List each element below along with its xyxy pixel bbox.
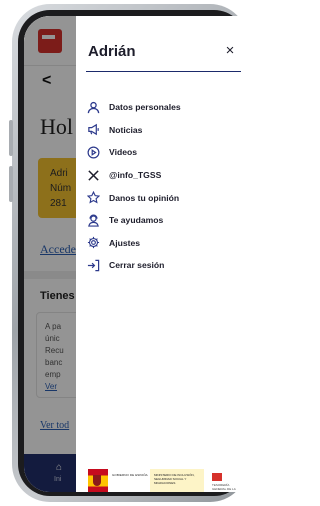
- menu-item-datos-personales[interactable]: Datos personales: [86, 96, 246, 119]
- tgss-text: TESORERÍA GENERAL DE LA SEGURIDAD SOCIAL: [212, 483, 242, 492]
- menu-item-info-tgss[interactable]: @info_TGSS: [86, 164, 246, 187]
- menu-item-danos-tu-opinion[interactable]: Danos tu opinión: [86, 186, 246, 209]
- menu-item-label: @info_TGSS: [109, 170, 162, 181]
- menu-item-label: Datos personales: [109, 102, 181, 113]
- drawer-title: Adrián: [88, 43, 136, 60]
- side-drawer: Adrián × Datos personales Noticias Video…: [76, 16, 251, 492]
- tgss-footer-logo: [212, 473, 222, 481]
- spain-flag-icon: [88, 469, 108, 492]
- menu-item-videos[interactable]: Videos: [86, 141, 246, 164]
- support-agent-icon: [86, 213, 100, 227]
- screen: < Hol Adri Núm 281 Accede Tienes A pa ún…: [24, 16, 251, 492]
- user-icon: [86, 100, 100, 114]
- close-icon[interactable]: ×: [222, 43, 238, 59]
- menu-item-label: Te ayudamos: [109, 215, 164, 226]
- coat-of-arms-icon: [93, 475, 101, 486]
- ministry-text: MINISTERIO DE INCLUSIÓN, SEGURIDAD SOCIA…: [154, 473, 195, 485]
- menu-item-te-ayudamos[interactable]: Te ayudamos: [86, 209, 246, 232]
- menu-item-label: Ajustes: [109, 237, 141, 248]
- footer-logos: GOBIERNO DE ESPAÑA MINISTERIO DE INCLUSI…: [88, 469, 242, 492]
- drawer-menu: Datos personales Noticias Videos @info_T…: [86, 96, 246, 277]
- volume-down-button: [9, 166, 13, 202]
- play-icon: [86, 145, 100, 159]
- star-icon: [86, 191, 100, 205]
- menu-item-ajustes[interactable]: Ajustes: [86, 232, 246, 255]
- menu-item-label: Noticias: [109, 124, 143, 135]
- menu-item-label: Cerrar sesión: [109, 260, 165, 271]
- volume-up-button: [9, 120, 13, 156]
- x-twitter-icon: [86, 168, 100, 182]
- menu-item-noticias[interactable]: Noticias: [86, 119, 246, 142]
- title-divider: [86, 71, 241, 72]
- gear-icon: [86, 236, 100, 250]
- menu-item-cerrar-sesion[interactable]: Cerrar sesión: [86, 254, 246, 277]
- menu-item-label: Videos: [109, 147, 138, 158]
- megaphone-icon: [86, 123, 100, 137]
- menu-item-label: Danos tu opinión: [109, 192, 180, 203]
- logout-icon: [86, 258, 100, 272]
- government-text: GOBIERNO DE ESPAÑA: [112, 473, 148, 477]
